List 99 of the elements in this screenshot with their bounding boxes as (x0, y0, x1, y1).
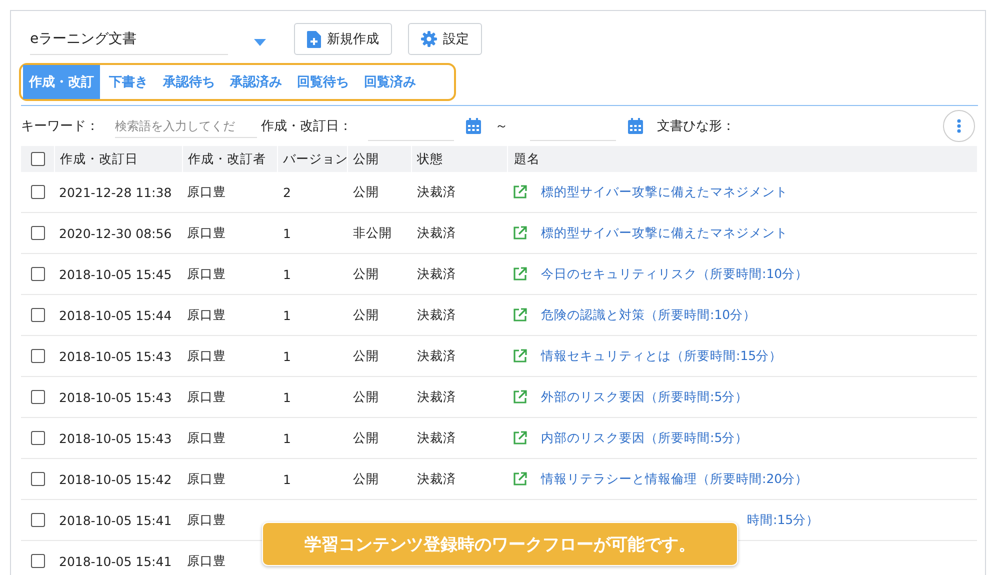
table-cell: 公開 (353, 184, 379, 200)
column-header: 作成・改訂者 (188, 150, 266, 168)
document-type-select[interactable]: eラーニング文書 (30, 23, 268, 55)
table-cell: 原口豊 (187, 512, 226, 528)
row-checkbox[interactable] (30, 513, 44, 527)
row-checkbox[interactable] (30, 390, 44, 404)
table-cell: 2018-10-05 15:43 (59, 348, 172, 364)
column-header: バージョン (283, 150, 348, 168)
date-label: 作成・改訂日： (261, 118, 352, 135)
table-cell: 1 (283, 266, 291, 282)
table-cell: 原口豊 (187, 306, 226, 324)
document-title-link[interactable]: 情報リテラシーと情報倫理（所要時間:20分） (541, 470, 808, 488)
table-cell: 1 (283, 430, 291, 446)
column-header: 作成・改訂日 (60, 150, 138, 168)
table-cell: 1 (283, 226, 291, 240)
external-link-icon[interactable] (513, 185, 527, 199)
row-checkbox[interactable] (30, 185, 44, 199)
table-cell: 公開 (353, 266, 379, 282)
table-cell: 公開 (353, 306, 379, 324)
table-cell: 決裁済 (417, 184, 456, 200)
new-button[interactable]: 新規作成 (294, 23, 392, 55)
table-cell: 決裁済 (417, 266, 456, 282)
table-cell: 2018-10-05 15:44 (59, 308, 172, 322)
table-cell: 2018-10-05 15:43 (59, 390, 172, 404)
document-title-link[interactable]: 外部のリスク要因（所要時間:5分） (541, 388, 748, 406)
row-checkbox[interactable] (30, 554, 44, 568)
table-cell: 原口豊 (187, 430, 226, 446)
document-title-link[interactable]: 危険の認識と対策（所要時間:10分） (541, 306, 756, 324)
caret-icon (254, 38, 266, 46)
document-title-link[interactable]: 標的型サイバー攻撃に備えたマネジメント (541, 184, 788, 200)
row-checkbox[interactable] (30, 308, 44, 322)
table-cell: 1 (283, 472, 291, 486)
external-link-icon[interactable] (513, 308, 527, 322)
table-cell: 決裁済 (417, 470, 456, 488)
table-cell: 決裁済 (417, 306, 456, 324)
row-checkbox[interactable] (30, 226, 44, 240)
table-cell: 決裁済 (417, 388, 456, 406)
column-header: 公開 (353, 150, 379, 168)
row-checkbox[interactable] (30, 431, 44, 445)
table-cell: 2018-10-05 15:41 (59, 554, 172, 568)
table-cell: 原口豊 (187, 224, 226, 242)
table-cell: 原口豊 (187, 266, 226, 282)
table-cell: 公開 (353, 470, 379, 488)
external-link-icon[interactable] (513, 472, 527, 486)
external-link-icon[interactable] (513, 390, 527, 404)
table-cell: 2020-12-30 08:56 (59, 226, 172, 240)
table-cell: 決裁済 (417, 430, 456, 446)
table-cell: 非公開 (353, 224, 392, 242)
row-checkbox[interactable] (30, 349, 44, 363)
select-all-checkbox[interactable] (30, 152, 44, 166)
table-cell: 2021-12-28 11:38 (59, 184, 172, 200)
row-checkbox[interactable] (30, 267, 44, 281)
document-title-link[interactable]: 標的型サイバー攻撃に備えたマネジメント (541, 224, 788, 242)
table-cell: 原口豊 (187, 348, 226, 364)
table-cell: 原口豊 (187, 552, 226, 570)
tab[interactable]: 下書き (103, 65, 154, 99)
tab[interactable]: 回覧済み (358, 65, 422, 99)
table-cell: 2018-10-05 15:45 (59, 266, 172, 282)
tab[interactable]: 回覧待ち (291, 65, 355, 99)
column-header: 題名 (514, 150, 540, 168)
table-cell: 公開 (353, 388, 379, 406)
more-options-button[interactable] (943, 110, 975, 142)
external-link-icon[interactable] (513, 267, 527, 281)
document-title-link[interactable]: 時間:15分） (747, 512, 820, 528)
range-separator: ～ (495, 118, 508, 135)
document-title-link[interactable]: 内部のリスク要因（所要時間:5分） (541, 430, 748, 446)
external-link-icon[interactable] (513, 226, 527, 240)
table-cell: 1 (283, 308, 291, 322)
tab[interactable]: 作成・改訂 (23, 65, 100, 99)
table-cell: 2018-10-05 15:41 (59, 512, 172, 528)
table-cell: 原口豊 (187, 388, 226, 406)
tab[interactable]: 承認済み (224, 65, 288, 99)
table-cell: 2018-10-05 15:43 (59, 430, 172, 446)
table-cell: 原口豊 (187, 470, 226, 488)
more-icon (957, 119, 961, 133)
table-cell: 公開 (353, 430, 379, 446)
callout-banner: 学習コンテンツ登録時のワークフローが可能です。 (262, 522, 738, 566)
calendar-icon[interactable] (466, 118, 481, 134)
table-cell: 2 (283, 184, 291, 200)
new-document-icon (307, 30, 321, 48)
table-cell: 原口豊 (187, 184, 226, 200)
column-header: 状態 (417, 150, 443, 168)
keyword-label: キーワード： (21, 118, 99, 135)
row-checkbox[interactable] (30, 472, 44, 486)
table-cell: 決裁済 (417, 224, 456, 242)
external-link-icon[interactable] (513, 431, 527, 445)
calendar-icon[interactable] (628, 118, 643, 134)
table-cell: 1 (283, 390, 291, 404)
template-label: 文書ひな形： (657, 118, 735, 135)
table-cell: 決裁済 (417, 348, 456, 364)
document-title-link[interactable]: 情報セキュリティとは（所要時間:15分） (541, 348, 782, 364)
external-link-icon[interactable] (513, 349, 527, 363)
settings-icon (421, 31, 437, 47)
settings-button[interactable]: 設定 (408, 23, 482, 55)
table-cell: 2018-10-05 15:42 (59, 472, 172, 486)
table-cell: 1 (283, 348, 291, 364)
document-title-link[interactable]: 今日のセキュリティリスク（所要時間:10分） (541, 266, 808, 282)
table-cell: 公開 (353, 348, 379, 364)
tab[interactable]: 承認待ち (157, 65, 221, 99)
